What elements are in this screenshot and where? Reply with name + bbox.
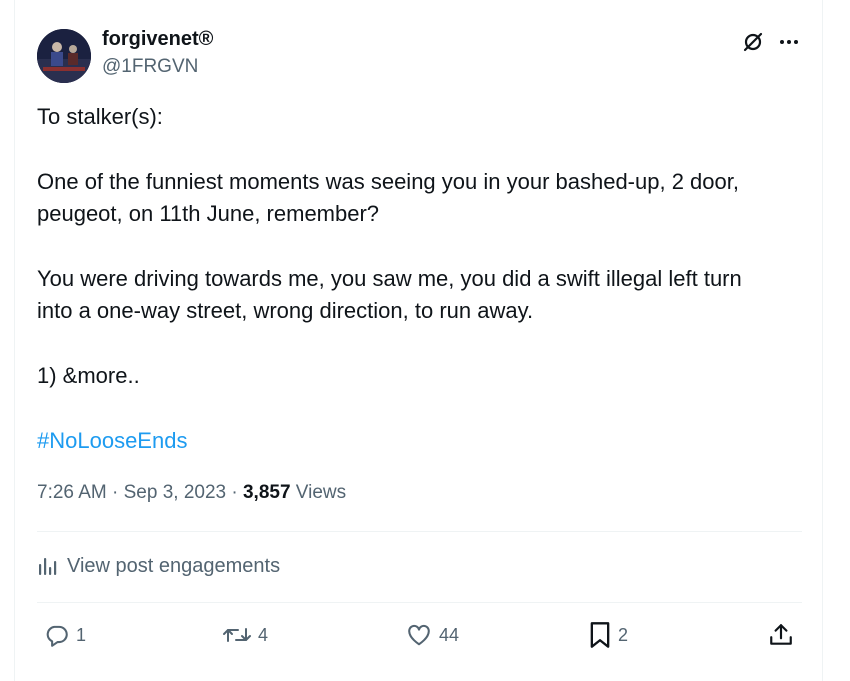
author-name[interactable]: forgivenet®	[102, 28, 213, 51]
share-button[interactable]	[768, 618, 794, 652]
views-label: Views	[290, 482, 347, 503]
like-icon	[405, 622, 433, 648]
post-text-line: To stalker(s):	[37, 104, 163, 129]
view-engagements-button[interactable]: View post engagements	[37, 551, 280, 581]
avatar[interactable]	[37, 29, 91, 83]
like-button[interactable]: 44	[405, 618, 459, 652]
views-count: 3,857	[242, 482, 291, 503]
bookmark-icon	[588, 621, 612, 649]
meta-separator: ·	[226, 482, 243, 503]
post-text-line: You were driving towards me, you saw me,…	[37, 266, 742, 291]
reply-count: 1	[76, 624, 87, 645]
hashtag-link[interactable]: #NoLooseEnds	[37, 425, 187, 457]
more-icon[interactable]	[777, 30, 801, 54]
repost-button[interactable]: 4	[222, 618, 268, 652]
divider	[37, 531, 802, 532]
divider	[37, 602, 802, 603]
post-text-line: into a one-way street, wrong direction, …	[37, 298, 534, 323]
bookmark-button[interactable]: 2	[588, 618, 628, 652]
post-text-line: One of the funniest moments was seeing y…	[37, 169, 739, 194]
post-text-line: 1) &more..	[37, 363, 140, 388]
view-engagements-label: View post engagements	[67, 554, 281, 577]
post-date[interactable]: Sep 3, 2023	[124, 482, 226, 503]
reply-icon	[44, 622, 70, 648]
reply-button[interactable]: 1	[44, 618, 86, 652]
repost-count: 4	[258, 624, 269, 645]
like-count: 44	[439, 624, 460, 645]
analytics-icon	[37, 555, 59, 577]
post-text-line: peugeot, on 11th June, remember?	[37, 201, 380, 226]
bookmark-count: 2	[618, 624, 629, 645]
share-icon	[768, 622, 794, 648]
post-meta: 7:26 AM · Sep 3, 2023 · 3,857 Views	[37, 482, 346, 504]
author-handle[interactable]: @1FRGVN	[102, 56, 198, 78]
repost-icon	[222, 622, 252, 648]
post-time[interactable]: 7:26 AM	[37, 482, 107, 503]
grok-icon[interactable]	[741, 30, 765, 54]
meta-separator: ·	[106, 482, 124, 503]
